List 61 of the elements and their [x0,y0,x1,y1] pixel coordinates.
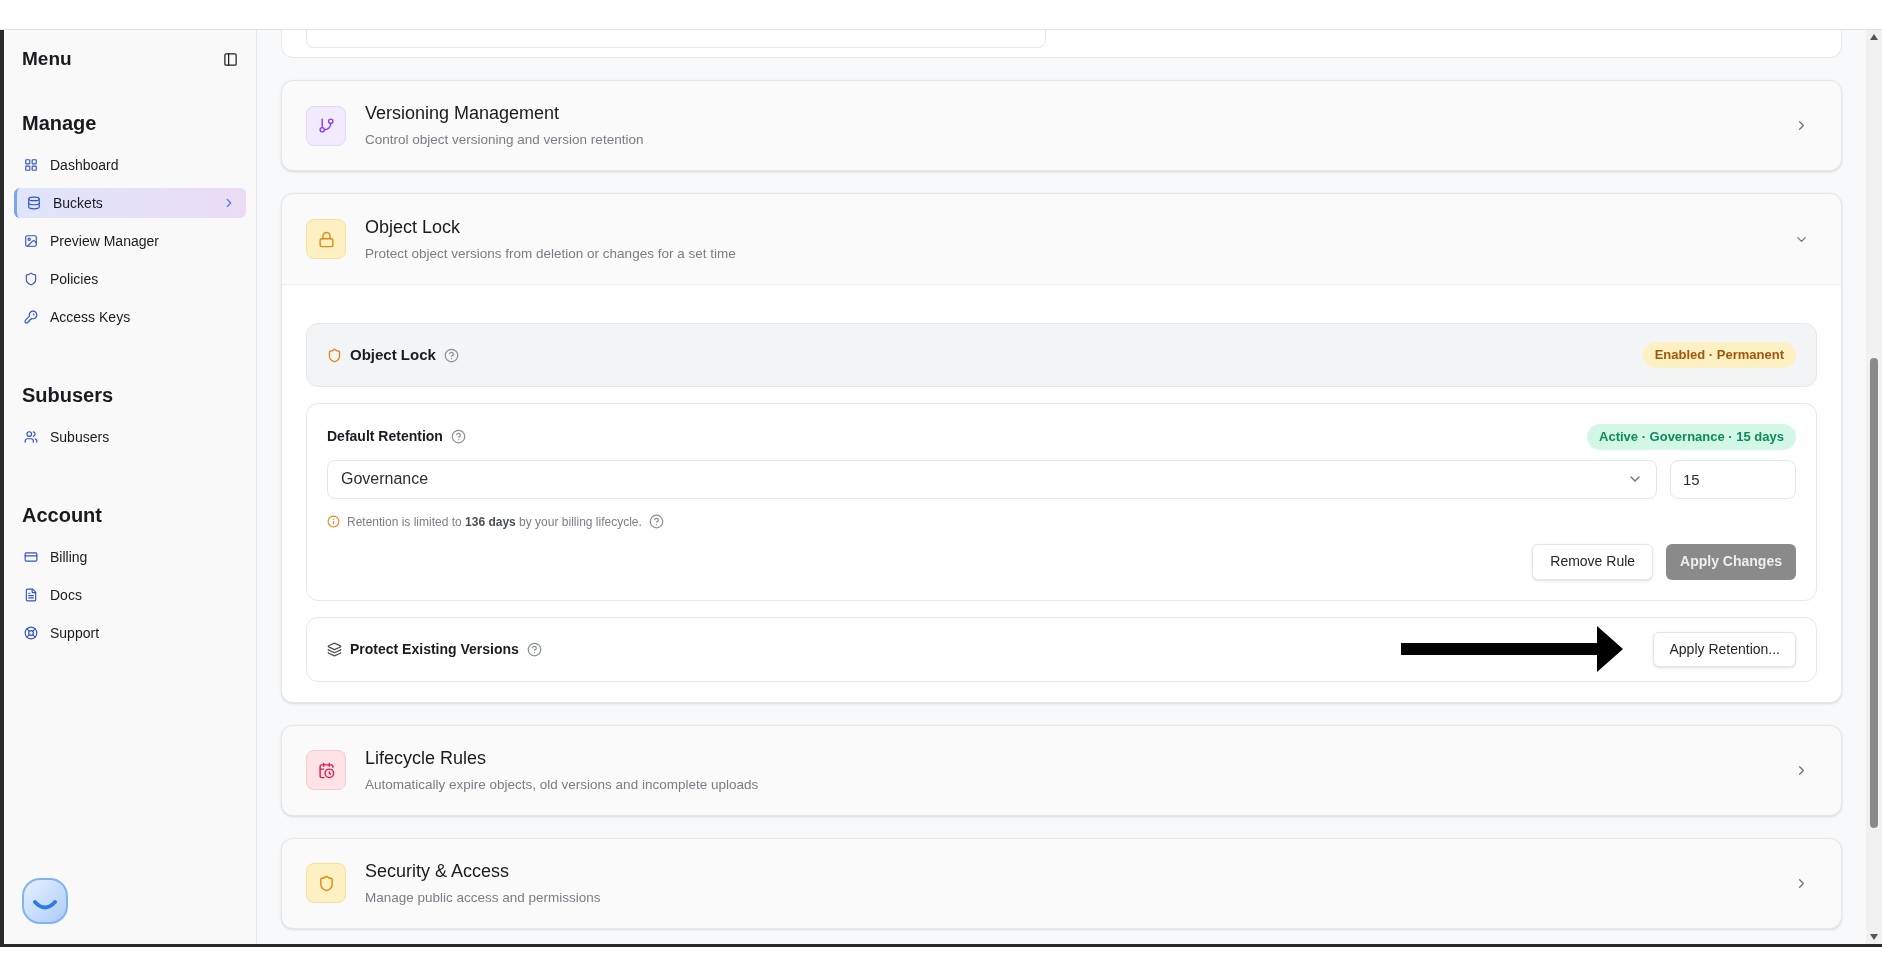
card-header[interactable]: Security & Access Manage public access and permissions [282,838,1841,928]
lock-icon [317,230,335,248]
nav-item[interactable]: Policies [14,264,246,294]
scroll-up-icon[interactable] [1870,34,1878,40]
card-header[interactable]: Lifecycle Rules Automatically expire objects, old versions and incomplete uploads [282,725,1841,815]
key-icon [24,310,38,324]
panel-title: Protect Existing Versions [350,639,519,659]
document-icon [24,588,38,602]
branch-icon [317,117,335,134]
help-icon[interactable] [450,429,466,445]
card-subtitle: Control object versioning and version retention [365,131,644,150]
nav-item[interactable]: Buckets [14,188,246,218]
shield-icon [327,347,342,363]
status-badge: Enabled · Permanent [1642,342,1796,368]
lifebuoy-icon [24,626,38,640]
info-icon [327,515,340,528]
grid-icon [24,158,38,172]
card-title: Security & Access [365,859,511,883]
action-button[interactable]: Remove Rule [1532,543,1654,580]
nav-item[interactable]: Access Keys [14,302,246,332]
panel-title: Object Lock [350,344,436,365]
status-badge: Active · Governance · 15 days [1587,424,1796,450]
panel-title: Default Retention [327,427,443,447]
card-icon [24,550,38,564]
apply-retention-button[interactable]: Apply Retention... [1653,631,1796,667]
card-title: Lifecycle Rules [365,746,488,770]
nav-item[interactable]: Preview Manager [14,226,246,256]
nav-item[interactable]: Subusers [14,422,246,452]
sidebar-toggle-icon[interactable] [223,51,238,67]
card-header[interactable]: Versioning Management Control object versioning and version retention [282,81,1841,170]
nav-item[interactable]: Docs [14,580,246,610]
mode-select[interactable]: Governance [327,459,1657,499]
card-subtitle: Automatically expire objects, old versions and incomplete uploads [365,775,759,794]
card-subtitle: Manage public access and permissions [365,888,601,907]
section-heading: Subusers [21,383,115,408]
users-icon [24,430,38,444]
hint-text: Retention is limited to 136 days by your billing lifecycle. [347,513,642,531]
days-input[interactable]: 15 [1670,459,1796,499]
arrow-icon [1401,626,1624,672]
shield-icon [24,272,38,286]
database-icon [27,196,41,210]
nav-item[interactable]: Support [14,618,246,648]
card-title: Versioning Management [365,102,561,126]
scrollbar[interactable] [1866,30,1882,944]
nav-item[interactable]: Dashboard [14,150,246,180]
logo-icon [22,878,68,924]
section-heading: Manage [21,111,98,136]
sidebar-title: Menu [22,46,72,71]
calendar-clock-icon [317,761,335,779]
layers-icon [327,641,342,657]
help-icon[interactable] [526,641,542,657]
scrollbar-thumb[interactable] [1870,358,1878,828]
image-icon [24,234,38,248]
card-subtitle: Protect object versions from deletion or changes for a set time [365,244,736,263]
nav-item[interactable]: Billing [14,542,246,572]
shield-icon [317,874,335,892]
card-title: Object Lock [365,215,462,239]
scroll-down-icon[interactable] [1870,934,1878,940]
help-icon[interactable] [443,347,459,363]
help-icon[interactable] [648,514,664,529]
section-heading: Account [21,503,103,528]
